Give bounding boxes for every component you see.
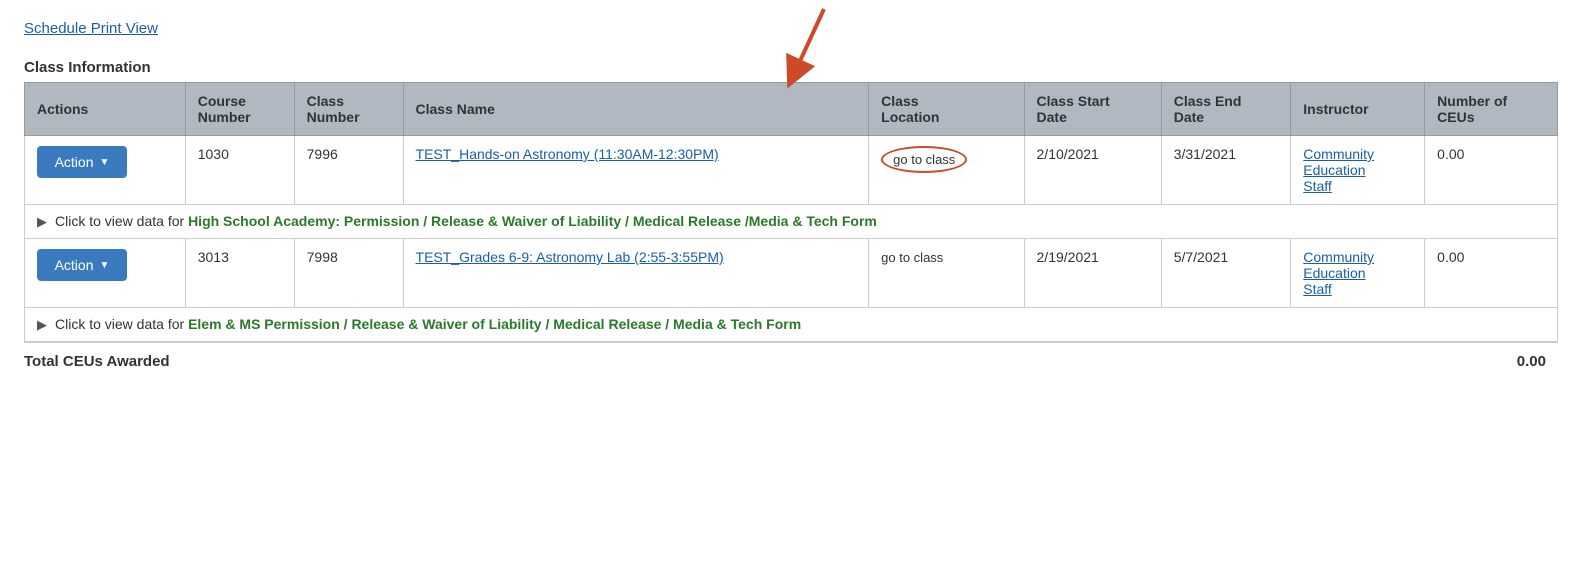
total-ceus-label: Total CEUs Awarded	[24, 353, 170, 370]
header-ceus: Number ofCEUs	[1425, 83, 1558, 136]
info-text: Click to view data for Elem & MS Permiss…	[55, 316, 801, 332]
instructor-cell: CommunityEducationStaff	[1291, 136, 1425, 205]
class-number-cell: 7996	[294, 136, 403, 205]
go-to-class-link[interactable]: go to class	[881, 250, 943, 265]
header-class-location: ClassLocation	[869, 83, 1024, 136]
class-name-cell: TEST_Hands-on Astronomy (11:30AM-12:30PM…	[403, 136, 869, 205]
header-actions: Actions	[25, 83, 186, 136]
expand-arrow-icon[interactable]: ▶	[37, 317, 47, 333]
header-class-number: ClassNumber	[294, 83, 403, 136]
class-name-link[interactable]: TEST_Grades 6-9: Astronomy Lab (2:55-3:5…	[416, 249, 724, 265]
info-text: Click to view data for High School Acade…	[55, 213, 877, 229]
instructor-link[interactable]: CommunityEducationStaff	[1303, 146, 1374, 194]
header-instructor: Instructor	[1291, 83, 1425, 136]
course-number-cell: 1030	[185, 136, 294, 205]
action-button[interactable]: Action	[37, 146, 127, 178]
class-end-cell: 5/7/2021	[1161, 239, 1291, 308]
class-name-cell: TEST_Grades 6-9: Astronomy Lab (2:55-3:5…	[403, 239, 869, 308]
info-form-link[interactable]: Elem & MS Permission / Release & Waiver …	[188, 316, 801, 332]
instructor-cell: CommunityEducationStaff	[1291, 239, 1425, 308]
header-class-end: Class EndDate	[1161, 83, 1291, 136]
info-form-link[interactable]: High School Academy: Permission / Releas…	[188, 213, 877, 229]
ceus-cell: 0.00	[1425, 136, 1558, 205]
actions-cell: Action	[25, 239, 186, 308]
table-row: Action 10307996 TEST_Hands-on Astronomy (1…	[25, 136, 1558, 205]
go-to-class-circled-link[interactable]: go to class	[881, 146, 967, 173]
class-info-table: Actions CourseNumber ClassNumber Class N…	[24, 82, 1558, 342]
class-location-cell: go to class	[869, 136, 1024, 205]
class-number-cell: 7998	[294, 239, 403, 308]
instructor-link[interactable]: CommunityEducationStaff	[1303, 249, 1374, 297]
table-header-row: Actions CourseNumber ClassNumber Class N…	[25, 83, 1558, 136]
class-name-link[interactable]: TEST_Hands-on Astronomy (11:30AM-12:30PM…	[416, 146, 719, 162]
schedule-print-view-link[interactable]: Schedule Print View	[24, 20, 158, 37]
class-information-title: Class Information	[24, 59, 1558, 76]
info-row: ▶ Click to view data for Elem & MS Permis…	[25, 308, 1558, 342]
actions-cell: Action	[25, 136, 186, 205]
table-row: Action 30137998 TEST_Grades 6-9: Astronomy…	[25, 239, 1558, 308]
class-start-cell: 2/10/2021	[1024, 136, 1161, 205]
total-ceus-row: Total CEUs Awarded 0.00	[24, 342, 1558, 380]
class-end-cell: 3/31/2021	[1161, 136, 1291, 205]
header-course-number: CourseNumber	[185, 83, 294, 136]
course-number-cell: 3013	[185, 239, 294, 308]
info-row-cell: ▶ Click to view data for Elem & MS Permis…	[25, 308, 1558, 342]
info-row-cell: ▶ Click to view data for High School Acad…	[25, 205, 1558, 239]
total-ceus-value: 0.00	[1517, 353, 1546, 370]
header-class-start: Class StartDate	[1024, 83, 1161, 136]
header-class-name: Class Name	[403, 83, 869, 136]
ceus-cell: 0.00	[1425, 239, 1558, 308]
class-start-cell: 2/19/2021	[1024, 239, 1161, 308]
action-button[interactable]: Action	[37, 249, 127, 281]
expand-arrow-icon[interactable]: ▶	[37, 214, 47, 230]
info-row: ▶ Click to view data for High School Acad…	[25, 205, 1558, 239]
class-location-cell: go to class	[869, 239, 1024, 308]
